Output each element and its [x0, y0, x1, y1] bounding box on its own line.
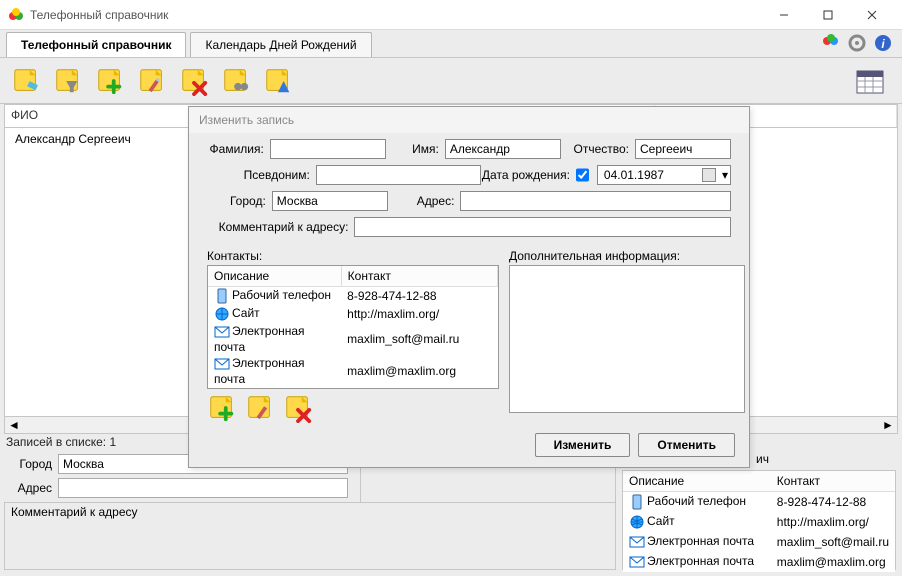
toolbar-filter-button[interactable] [8, 63, 44, 99]
name-label: Имя: [386, 142, 439, 156]
scroll-left-icon[interactable]: ◄ [5, 417, 23, 433]
mail-icon [629, 554, 645, 570]
contacts-panel: ОписаниеКонтакт Рабочий телефон8-928-474… [622, 470, 896, 570]
cancel-button[interactable]: Отменить [638, 433, 735, 457]
address-input[interactable] [460, 191, 731, 211]
city-label-dlg: Город: [207, 194, 266, 208]
settings-icon[interactable] [847, 33, 867, 53]
name-input[interactable] [445, 139, 561, 159]
birthdate-picker[interactable]: 04.01.1987 ▾ [597, 165, 731, 185]
app-icon [8, 7, 24, 23]
mail-icon [629, 534, 645, 550]
toolbar-calendar-button[interactable] [852, 63, 888, 99]
contacts-table: ОписаниеКонтакт Рабочий телефон8-928-474… [623, 471, 895, 572]
contacts-col-desc[interactable]: Описание [623, 471, 771, 492]
toolbar-add-button[interactable] [92, 63, 128, 99]
dialog-title: Изменить запись [189, 107, 749, 133]
addr-comment-input[interactable] [354, 217, 731, 237]
tab-birthdays[interactable]: Календарь Дней Рождений [190, 32, 371, 57]
table-row: Сайтhttp://maxlim.org/ [623, 512, 895, 532]
window-minimize-button[interactable] [762, 1, 806, 29]
table-row: Электронная почтаmaxlim@maxlim.org [623, 552, 895, 572]
phone-icon [629, 494, 645, 510]
tab-phonebook[interactable]: Телефонный справочник [6, 32, 186, 57]
record-name-tail: ич [756, 452, 769, 466]
nickname-input[interactable] [316, 165, 481, 185]
patronym-input[interactable] [635, 139, 731, 159]
dialog-contacts-table[interactable]: ОписаниеКонтакт Рабочий телефон8-928-474… [207, 265, 499, 389]
mail-icon [214, 356, 230, 372]
contact-delete-button[interactable] [283, 393, 315, 425]
main-toolbar [0, 58, 902, 104]
addr-comment-label: Комментарий к адресу: [207, 220, 348, 234]
window-maximize-button[interactable] [806, 1, 850, 29]
help-icon[interactable]: i [873, 33, 893, 53]
toolbar-funnel-button[interactable] [50, 63, 86, 99]
dlg-col-val[interactable]: Контакт [341, 266, 497, 287]
toolbar-delete-button[interactable] [176, 63, 212, 99]
address-display [58, 478, 348, 498]
chevron-down-icon[interactable]: ▾ [722, 168, 728, 182]
extra-info-label: Дополнительная информация: [509, 249, 745, 263]
table-row: Рабочий телефон8-928-474-12-88 [623, 492, 895, 513]
globe-icon [629, 514, 645, 530]
address-label-dlg: Адрес: [388, 194, 455, 208]
city-input[interactable] [272, 191, 388, 211]
dlg-col-desc[interactable]: Описание [208, 266, 341, 287]
window-title: Телефонный справочник [30, 8, 762, 22]
toolbar-export-button[interactable] [260, 63, 296, 99]
table-row: Рабочий телефон8-928-474-12-88 [208, 287, 498, 306]
birthdate-label: Дата рождения: [481, 168, 570, 182]
calendar-icon[interactable] [702, 168, 716, 182]
patronym-label: Отчество: [561, 142, 629, 156]
toolbar-search-button[interactable] [218, 63, 254, 99]
edit-record-dialog: Изменить запись Фамилия: Имя: Отчество: … [188, 106, 750, 468]
scroll-right-icon[interactable]: ► [879, 417, 897, 433]
apply-button[interactable]: Изменить [535, 433, 631, 457]
table-row: Электронная почтаmaxlim@maxlim.org [208, 355, 498, 387]
contact-add-button[interactable] [207, 393, 239, 425]
phone-icon [214, 288, 230, 304]
window-titlebar: Телефонный справочник [0, 0, 902, 30]
comment-label: Комментарий к адресу [5, 503, 615, 521]
table-row: Электронная почтаmaxlim_soft@mail.ru [208, 323, 498, 355]
city-label: Город [8, 457, 52, 471]
nickname-label: Псевдоним: [207, 168, 310, 182]
contacts-section-label: Контакты: [207, 249, 499, 263]
surname-input[interactable] [270, 139, 386, 159]
contact-edit-button[interactable] [245, 393, 277, 425]
table-row: Электронная почтаmaxlim_soft@mail.ru [623, 532, 895, 552]
globe-icon [214, 306, 230, 322]
address-label: Адрес [8, 481, 52, 495]
table-row: Сайтhttp://maxlim.org/ [208, 305, 498, 323]
comment-panel: Комментарий к адресу [4, 502, 616, 570]
birthdate-value: 04.01.1987 [604, 168, 664, 182]
extra-info-textarea[interactable] [509, 265, 745, 413]
toolbar-edit-button[interactable] [134, 63, 170, 99]
surname-label: Фамилия: [207, 142, 264, 156]
birthdate-checkbox[interactable] [576, 168, 589, 182]
balloons-icon[interactable] [821, 33, 841, 53]
main-tabs: Телефонный справочник Календарь Дней Рож… [0, 30, 902, 58]
mail-icon [214, 324, 230, 340]
window-close-button[interactable] [850, 1, 894, 29]
contacts-col-value[interactable]: Контакт [771, 471, 895, 492]
